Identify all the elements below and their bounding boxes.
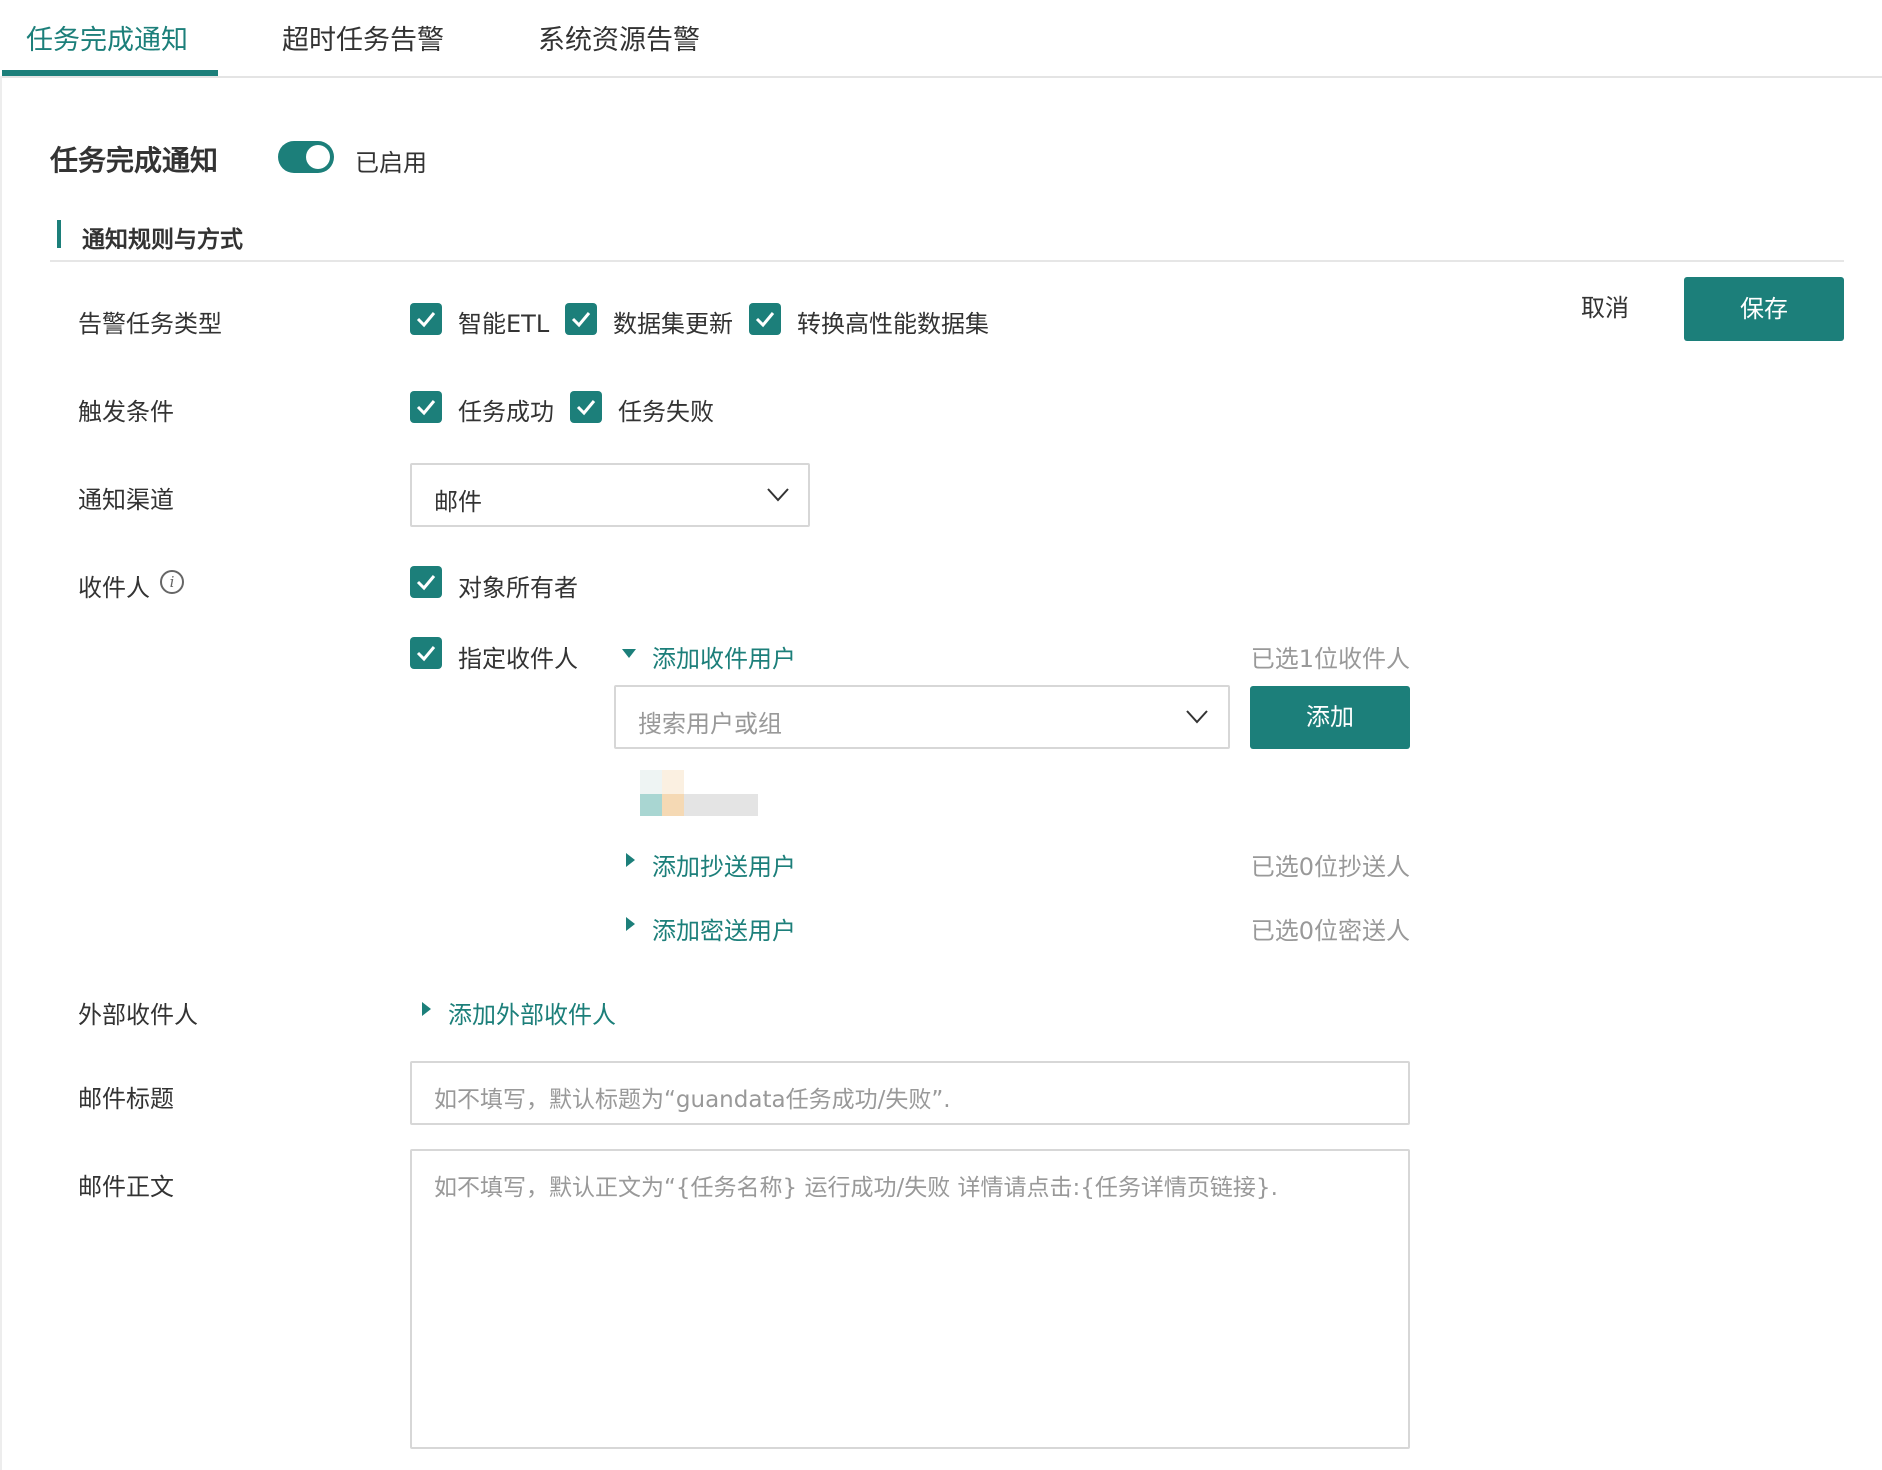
channel-label: 通知渠道 [78, 486, 174, 514]
email-body-label: 邮件正文 [78, 1173, 174, 1201]
tab-system-resource-alert[interactable]: 系统资源告警 [538, 18, 700, 57]
toggle-knob [306, 145, 330, 169]
option-object-owner: 对象所有者 [458, 574, 578, 602]
checkbox-task-failure[interactable] [570, 391, 602, 423]
checkbox-specified-recipients[interactable] [410, 637, 442, 669]
user-name-blur [684, 794, 758, 816]
avatar [640, 770, 662, 794]
task-type-label: 告警任务类型 [78, 310, 222, 338]
section-title: 通知规则与方式 [82, 227, 243, 253]
caret-right-icon[interactable] [626, 917, 635, 931]
check-icon [416, 312, 436, 328]
avatar-blur [662, 770, 684, 794]
search-placeholder: 搜索用户或组 [638, 710, 782, 738]
email-subject-placeholder: 如不填写，默认标题为“guandata任务成功/失败”. [434, 1087, 951, 1113]
avatar-blur [640, 794, 662, 816]
selected-user-chip[interactable] [638, 768, 758, 818]
option-smart-etl: 智能ETL [458, 310, 550, 338]
checkbox-convert-hp-dataset[interactable] [749, 303, 781, 335]
option-dataset-update: 数据集更新 [613, 310, 733, 338]
checkbox-smart-etl[interactable] [410, 303, 442, 335]
check-icon [576, 400, 596, 416]
add-bcc-users-link[interactable]: 添加密送用户 [652, 911, 796, 946]
chevron-down-icon [767, 488, 789, 502]
channel-select[interactable]: 邮件 [410, 463, 810, 527]
save-button[interactable]: 保存 [1684, 277, 1844, 341]
option-task-success: 任务成功 [458, 398, 554, 426]
checkbox-object-owner[interactable] [410, 566, 442, 598]
section-accent-bar [57, 220, 61, 248]
add-recipient-users-link[interactable]: 添加收件用户 [652, 639, 796, 674]
section-divider [50, 260, 1844, 262]
check-icon [755, 312, 775, 328]
add-button[interactable]: 添加 [1250, 686, 1410, 749]
user-group-search-select[interactable]: 搜索用户或组 [614, 685, 1230, 749]
toggle-status-label: 已启用 [355, 149, 427, 177]
check-icon [416, 400, 436, 416]
caret-right-icon[interactable] [626, 853, 635, 867]
tab-task-complete-notify[interactable]: 任务完成通知 [26, 18, 188, 57]
selected-recipients-count: 已选1位收件人 [1250, 645, 1410, 673]
page-border [0, 76, 2, 1470]
caret-right-icon[interactable] [422, 1002, 431, 1016]
recipients-label: 收件人 [78, 574, 150, 602]
check-icon [416, 646, 436, 662]
check-icon [571, 312, 591, 328]
tab-timeout-alert[interactable]: 超时任务告警 [282, 18, 444, 57]
email-body-textarea[interactable]: 如不填写，默认正文为“{任务名称} 运行成功/失败 详情请点击:{任务详情页链接… [410, 1149, 1410, 1449]
email-body-placeholder: 如不填写，默认正文为“{任务名称} 运行成功/失败 详情请点击:{任务详情页链接… [434, 1175, 1278, 1201]
check-icon [416, 575, 436, 591]
page-title: 任务完成通知 [50, 144, 219, 177]
option-task-failure: 任务失败 [618, 398, 714, 426]
channel-select-value: 邮件 [434, 488, 482, 516]
option-convert-hp-dataset: 转换高性能数据集 [797, 310, 989, 338]
external-recipients-label: 外部收件人 [78, 1001, 198, 1029]
info-icon[interactable]: i [160, 570, 184, 594]
selected-bcc-count: 已选0位密送人 [1250, 917, 1410, 945]
email-subject-label: 邮件标题 [78, 1085, 174, 1113]
add-external-recipients-link[interactable]: 添加外部收件人 [448, 995, 616, 1030]
add-cc-users-link[interactable]: 添加抄送用户 [652, 847, 796, 882]
enable-toggle[interactable] [278, 141, 334, 173]
checkbox-dataset-update[interactable] [565, 303, 597, 335]
trigger-label: 触发条件 [78, 398, 174, 426]
cancel-button[interactable]: 取消 [1560, 278, 1650, 338]
checkbox-task-success[interactable] [410, 391, 442, 423]
avatar-blur [662, 794, 684, 816]
selected-cc-count: 已选0位抄送人 [1250, 853, 1410, 881]
chevron-down-icon [1186, 710, 1208, 724]
option-specified-recipients: 指定收件人 [458, 645, 578, 673]
caret-down-icon[interactable] [622, 649, 636, 658]
active-tab-indicator [2, 70, 218, 76]
email-subject-input[interactable]: 如不填写，默认标题为“guandata任务成功/失败”. [410, 1061, 1410, 1125]
